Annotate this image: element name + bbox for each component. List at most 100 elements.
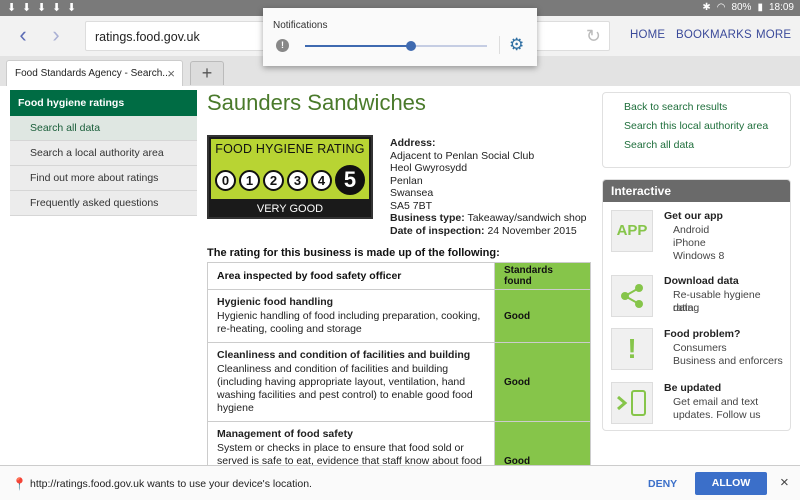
business-name: Saunders Sandwiches (207, 90, 426, 115)
table-row: Hygienic food handling Hygienic handling … (207, 289, 591, 343)
exclamation-icon[interactable]: ! (611, 328, 653, 370)
business-type-label: Business type: (390, 212, 465, 224)
search-local-authority-link[interactable]: Search this local authority area (624, 120, 790, 139)
divider (499, 36, 500, 54)
app-title[interactable]: Get our app (664, 210, 723, 222)
download-icon: ⬇ (67, 2, 77, 14)
download-icon: ⬇ (52, 2, 62, 14)
browser-tab[interactable]: Food Standards Agency - Search... × (6, 60, 183, 86)
download-icon: ⬇ (37, 2, 47, 14)
sidebar-header[interactable]: Food hygiene ratings (10, 90, 197, 116)
business-type: Business type: Takeaway/sandwich shop (390, 212, 590, 225)
volume-slider[interactable] (305, 41, 487, 51)
url-text[interactable]: ratings.food.gov.uk (95, 30, 200, 44)
sidebar-item-search-all[interactable]: Search all data (10, 116, 197, 141)
bluetooth-icon: ✱ (702, 2, 711, 13)
close-tab-icon[interactable]: × (167, 66, 175, 81)
row-result: Good (494, 421, 591, 465)
row-text: Cleanliness and condition of facilities … (217, 363, 473, 414)
sidebar-item-search-local[interactable]: Search a local authority area (10, 141, 197, 166)
volume-slider-fill (305, 45, 411, 47)
address-line: Swansea (390, 187, 434, 199)
business-details: Address: Adjacent to Penlan Social Club … (390, 137, 590, 237)
rating-number: 4 (311, 169, 332, 191)
app-option[interactable]: Android (673, 224, 709, 237)
app-option[interactable]: Windows 8 (673, 250, 724, 263)
inspection-date: Date of inspection: 24 November 2015 (390, 225, 590, 238)
sidebar-item-find-out-more[interactable]: Find out more about ratings (10, 166, 197, 191)
reload-icon[interactable]: ↻ (586, 26, 601, 47)
interactive-panel: Interactive APP Get our app Android iPho… (602, 179, 791, 431)
rating-number-selected: 5 (335, 165, 365, 195)
rating-number: 3 (287, 169, 308, 191)
column-header-area: Area inspected by food safety officer (207, 262, 495, 290)
address-line: Penlan (390, 174, 423, 187)
address-line: SA5 7BT (390, 199, 433, 212)
close-icon[interactable]: × (780, 474, 789, 491)
tab-title[interactable]: Food Standards Agency - Search... (15, 68, 171, 79)
share-icon[interactable] (611, 275, 653, 317)
search-all-data-link[interactable]: Search all data (624, 139, 790, 158)
download-icon: ⬇ (7, 2, 17, 14)
deny-button[interactable]: DENY (648, 478, 677, 490)
address-label: Address: (390, 137, 436, 149)
rating-table: Area inspected by food safety officer St… (207, 262, 591, 465)
allow-button[interactable]: ALLOW (695, 472, 767, 495)
more-button[interactable]: MORE (756, 29, 791, 41)
address-line: Adjacent to Penlan Social Club (390, 149, 535, 162)
forward-arrow-icon[interactable]: › (44, 24, 68, 48)
rating-intro: The rating for this business is made up … (207, 247, 500, 259)
clock: 18:09 (768, 2, 794, 13)
row-heading: Hygienic food handling (217, 296, 334, 308)
be-updated-title[interactable]: Be updated (664, 382, 721, 394)
phone-icon[interactable] (611, 382, 653, 424)
be-updated-text: updates. Follow us (673, 409, 761, 421)
battery-icon: ▮ (757, 2, 763, 13)
be-updated-text: Get email and text (673, 396, 759, 408)
business-type-value: Takeaway/sandwich shop (467, 212, 587, 224)
notification-volume-popup: Notifications ! ⚙ (263, 8, 537, 66)
gear-icon[interactable]: ⚙ (509, 35, 524, 55)
home-button[interactable]: HOME (630, 29, 665, 41)
new-tab-button[interactable]: + (190, 61, 224, 85)
row-result: Good (494, 289, 591, 343)
food-problem-link[interactable]: Consumers (673, 342, 727, 355)
download-data-title[interactable]: Download data (664, 275, 739, 287)
volume-slider-knob[interactable] (405, 41, 416, 51)
location-permission-bar: 📍 http://ratings.food.gov.uk wants to us… (0, 465, 800, 500)
battery-level: 80% (731, 2, 752, 13)
rating-word: VERY GOOD (256, 203, 324, 215)
quick-links-box: Back to search results Search this local… (602, 92, 791, 168)
food-problem-link[interactable]: Business and enforcers (673, 355, 783, 368)
hygiene-rating-badge: FOOD HYGIENE RATING 0 1 2 3 4 5 VERY GOO… (207, 135, 373, 219)
app-option[interactable]: iPhone (673, 237, 706, 250)
wifi-icon: ◠ (716, 2, 726, 13)
row-heading: Management of food safety (217, 428, 353, 440)
badge-title: FOOD HYGIENE RATING (215, 142, 365, 156)
inspection-date-label: Date of inspection: (390, 224, 485, 237)
back-arrow-icon[interactable]: ‹ (11, 24, 35, 48)
download-data-text: data (673, 302, 694, 314)
interactive-header: Interactive (603, 180, 790, 202)
bookmarks-button[interactable]: BOOKMARKS (676, 29, 752, 41)
table-header-row: Area inspected by food safety officer St… (207, 262, 591, 290)
rating-number: 1 (239, 169, 260, 191)
main-column: Saunders Sandwiches FOOD HYGIENE RATING … (207, 90, 591, 465)
permission-message: http://ratings.food.gov.uk wants to use … (30, 478, 312, 490)
table-row: Management of food safety System or check… (207, 421, 591, 465)
download-icon: ⬇ (22, 2, 32, 14)
table-row: Cleanliness and condition of facilities … (207, 342, 591, 422)
back-to-results-link[interactable]: Back to search results (624, 101, 790, 120)
row-text: System or checks in place to ensure that… (217, 442, 482, 465)
row-result: Good (494, 342, 591, 422)
food-problem-title[interactable]: Food problem? (664, 328, 740, 340)
location-pin-icon: 📍 (12, 477, 27, 491)
alert-icon: ! (276, 39, 289, 52)
address-line: Heol Gwyrosydd (390, 162, 468, 174)
app-icon[interactable]: APP (611, 210, 653, 252)
column-header-standards: Standards found (494, 262, 591, 290)
rating-number: 2 (263, 169, 284, 191)
sidebar: Food hygiene ratings Search all data Sea… (10, 90, 197, 216)
row-text: Hygienic handling of food including prep… (217, 310, 481, 335)
sidebar-item-faq[interactable]: Frequently asked questions (10, 191, 197, 216)
